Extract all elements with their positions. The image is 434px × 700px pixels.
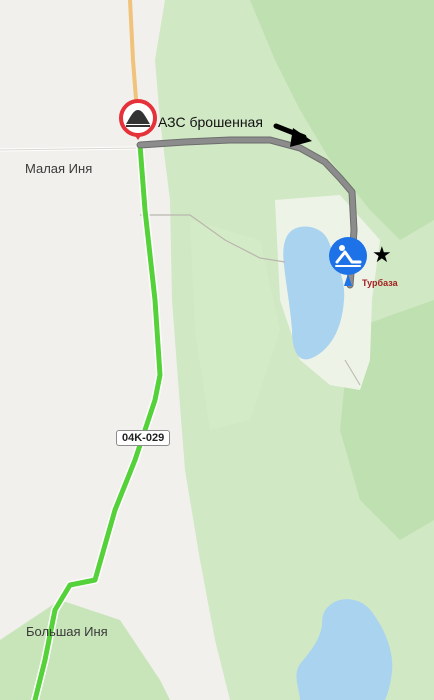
map-canvas bbox=[0, 0, 434, 700]
place-label-bolshaya-inya: Большая Иня bbox=[26, 624, 108, 639]
road-number-shield: 04K-029 bbox=[116, 430, 171, 446]
poi-label-turbaza: Турбаза bbox=[362, 278, 398, 288]
star-icon: ★ bbox=[372, 242, 392, 267]
route-note-label: АЗС брошенная bbox=[158, 114, 263, 130]
place-label-malaya-inya: Малая Иня bbox=[25, 161, 93, 176]
map-view[interactable]: Малая Иня Большая Иня 04K-029 АЗС брошен… bbox=[0, 0, 434, 700]
